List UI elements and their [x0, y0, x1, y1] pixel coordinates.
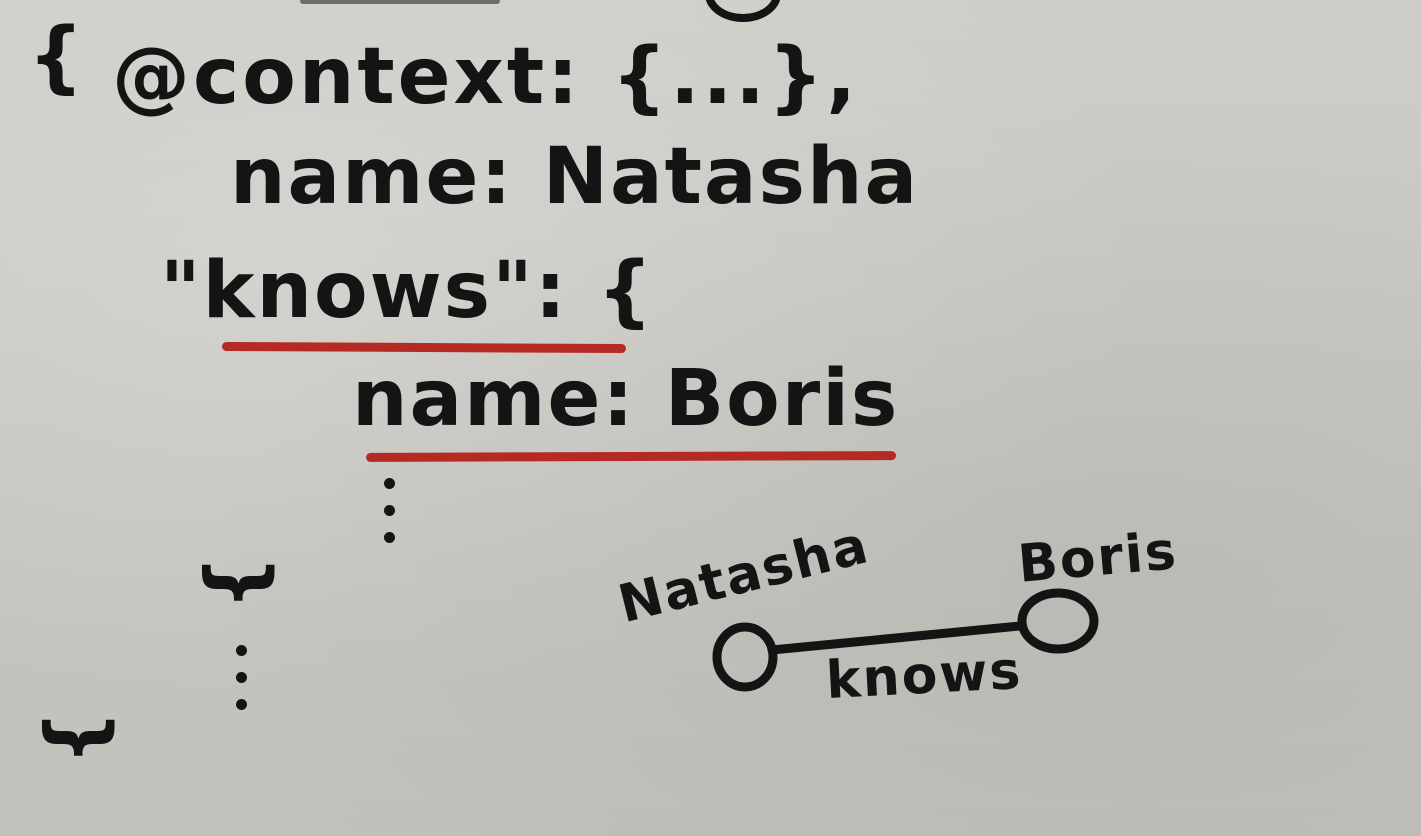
- knows-edge-label: knows: [824, 640, 1024, 712]
- whiteboard: { @context: {...}, name: Natasha "knows"…: [0, 0, 1421, 836]
- boris-node: [1017, 588, 1099, 654]
- natasha-node: [712, 622, 778, 692]
- boris-node-label: Boris: [1015, 521, 1181, 595]
- knows-graph: [712, 588, 1099, 692]
